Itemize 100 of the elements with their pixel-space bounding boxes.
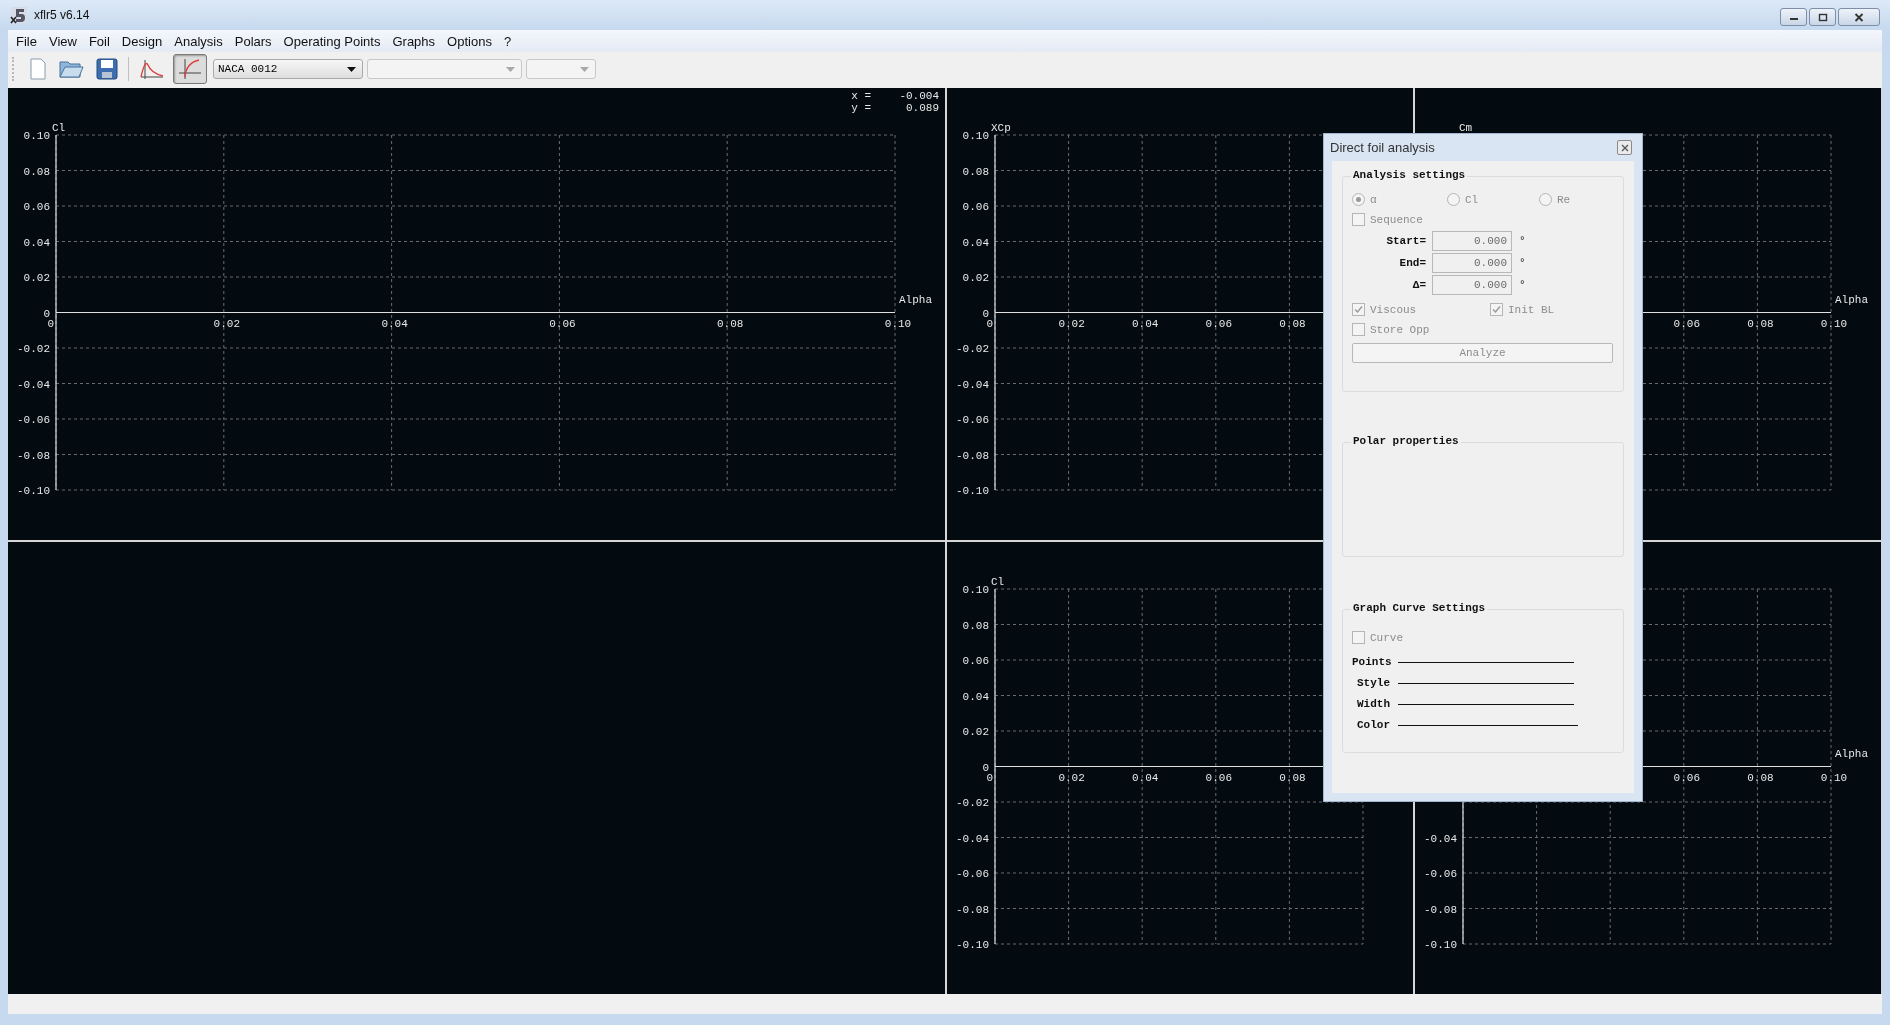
group-title: Analysis settings [1351, 169, 1468, 181]
tick-label: 0.04 [1132, 317, 1159, 330]
menu-item[interactable]: File [10, 33, 43, 49]
tick-label: 0.08 [1747, 317, 1774, 330]
tick-label: 0.06 [1205, 771, 1232, 784]
axis-title: Cl [52, 122, 66, 134]
tick-label: -0.02 [956, 343, 989, 355]
field-label: Δ= [1411, 279, 1426, 291]
axis-title: Cm [1459, 122, 1473, 134]
tick-label: -0.08 [17, 449, 50, 462]
line-sample[interactable] [1398, 724, 1578, 726]
tick-label: 0 [982, 761, 989, 774]
tick-label: 0 [43, 307, 50, 320]
tick-label: 0 [986, 771, 993, 784]
readout-label: y = [851, 102, 871, 114]
tick-label: 0.02 [962, 726, 989, 738]
check-icon [1491, 304, 1502, 315]
tick-label: -0.04 [956, 832, 989, 845]
check-icon [1353, 304, 1364, 315]
tick-label: -0.04 [956, 378, 989, 391]
tick-label: 0.08 [717, 317, 744, 330]
axis-title: Alpha [1835, 747, 1868, 760]
setting-label: Style [1356, 677, 1390, 689]
menu-item[interactable]: Operating Points [277, 33, 387, 49]
tick-label: 0.04 [23, 236, 50, 249]
tick-label: -0.10 [956, 939, 989, 951]
tick-label: 0.10 [23, 130, 50, 142]
tick-label: -0.04 [1424, 832, 1457, 845]
tick-label: 0.04 [1132, 771, 1159, 784]
readout-value: 0.089 [905, 102, 939, 114]
radio-label: Cl [1465, 193, 1479, 206]
dialog-title: Direct foil analysis [1330, 140, 1435, 155]
tick-label: -0.02 [956, 797, 989, 809]
tick-label: 0.10 [962, 130, 989, 142]
menu-item[interactable]: Polars [228, 33, 278, 49]
tick-label: 0.08 [1279, 317, 1306, 330]
menu-item[interactable]: Analysis [168, 33, 229, 49]
tick-label: -0.08 [1424, 903, 1457, 916]
close-button[interactable] [1617, 140, 1632, 155]
tick-label: -0.08 [956, 903, 989, 916]
tick-label: 0.02 [1058, 771, 1085, 784]
tick-label: 0.10 [962, 584, 989, 596]
axis-title: Cl [991, 576, 1005, 588]
unit-label: ° [1519, 235, 1526, 247]
menu-item[interactable]: Options [441, 33, 498, 49]
tick-label: 0 [986, 317, 993, 330]
tick-label: 0.06 [549, 317, 576, 330]
tick-label: -0.06 [956, 868, 989, 880]
field-label: Start= [1385, 235, 1426, 247]
menu-item[interactable]: View [42, 33, 83, 49]
tick-label: 0.06 [1205, 317, 1232, 330]
menu-item[interactable]: Design [115, 33, 169, 49]
tick-label: 0.06 [962, 201, 989, 213]
line-sample[interactable] [1398, 703, 1574, 705]
tick-label: 0.04 [962, 236, 989, 249]
tick-label: 0.06 [962, 655, 989, 667]
group-title: Polar properties [1351, 435, 1461, 447]
menu-item[interactable]: Graphs [386, 33, 442, 49]
tick-label: -0.06 [956, 414, 989, 426]
tick-label: 0.06 [1673, 771, 1700, 784]
tick-label: 0.04 [381, 317, 408, 330]
minimize-button[interactable] [1780, 8, 1807, 26]
tick-label: 0.08 [23, 165, 50, 178]
close-icon [1854, 12, 1864, 22]
window-title: xflr5 v6.14 [34, 8, 90, 22]
setting-label: Width [1356, 698, 1390, 710]
maximize-button[interactable] [1809, 8, 1836, 26]
caret-icon [506, 66, 515, 72]
readout-value: -0.004 [898, 90, 939, 102]
tick-label: 0.10 [884, 317, 912, 330]
app-logo-icon [10, 6, 28, 24]
caret-icon [580, 66, 589, 72]
setting-label: Color [1356, 719, 1390, 731]
tick-label: -0.10 [17, 485, 50, 497]
tick-label: 0.02 [1058, 317, 1085, 330]
dropdown[interactable]: NACA 0012 [213, 59, 363, 79]
tick-label: -0.10 [956, 485, 989, 497]
polar-curve-icon[interactable] [173, 54, 207, 84]
tick-label: -0.10 [1424, 939, 1457, 951]
close-button[interactable] [1838, 8, 1880, 26]
readout-label: x = [851, 90, 871, 102]
tick-label: -0.08 [956, 449, 989, 462]
setting-label: Points [1352, 656, 1390, 668]
tick-label: 0.02 [213, 317, 240, 330]
line-sample[interactable] [1398, 682, 1574, 684]
tick-label: 0.06 [1673, 317, 1700, 330]
axis-title: Alpha [1835, 293, 1868, 306]
group-title: Graph Curve Settings [1351, 602, 1488, 614]
line-sample[interactable] [1398, 661, 1574, 663]
tick-label: 0.08 [1279, 771, 1306, 784]
tick-label: -0.02 [17, 343, 50, 355]
menu-item[interactable]: ? [497, 33, 518, 49]
field-label: End= [1398, 257, 1426, 269]
tick-label: 0.10 [1820, 317, 1848, 330]
axis-title: Alpha [899, 293, 932, 306]
tick-label: 0.02 [962, 272, 989, 284]
tick-label: 0.08 [1747, 771, 1774, 784]
caret-icon [347, 66, 356, 72]
radio-label: α [1370, 193, 1377, 206]
menu-item[interactable]: Foil [82, 33, 116, 49]
